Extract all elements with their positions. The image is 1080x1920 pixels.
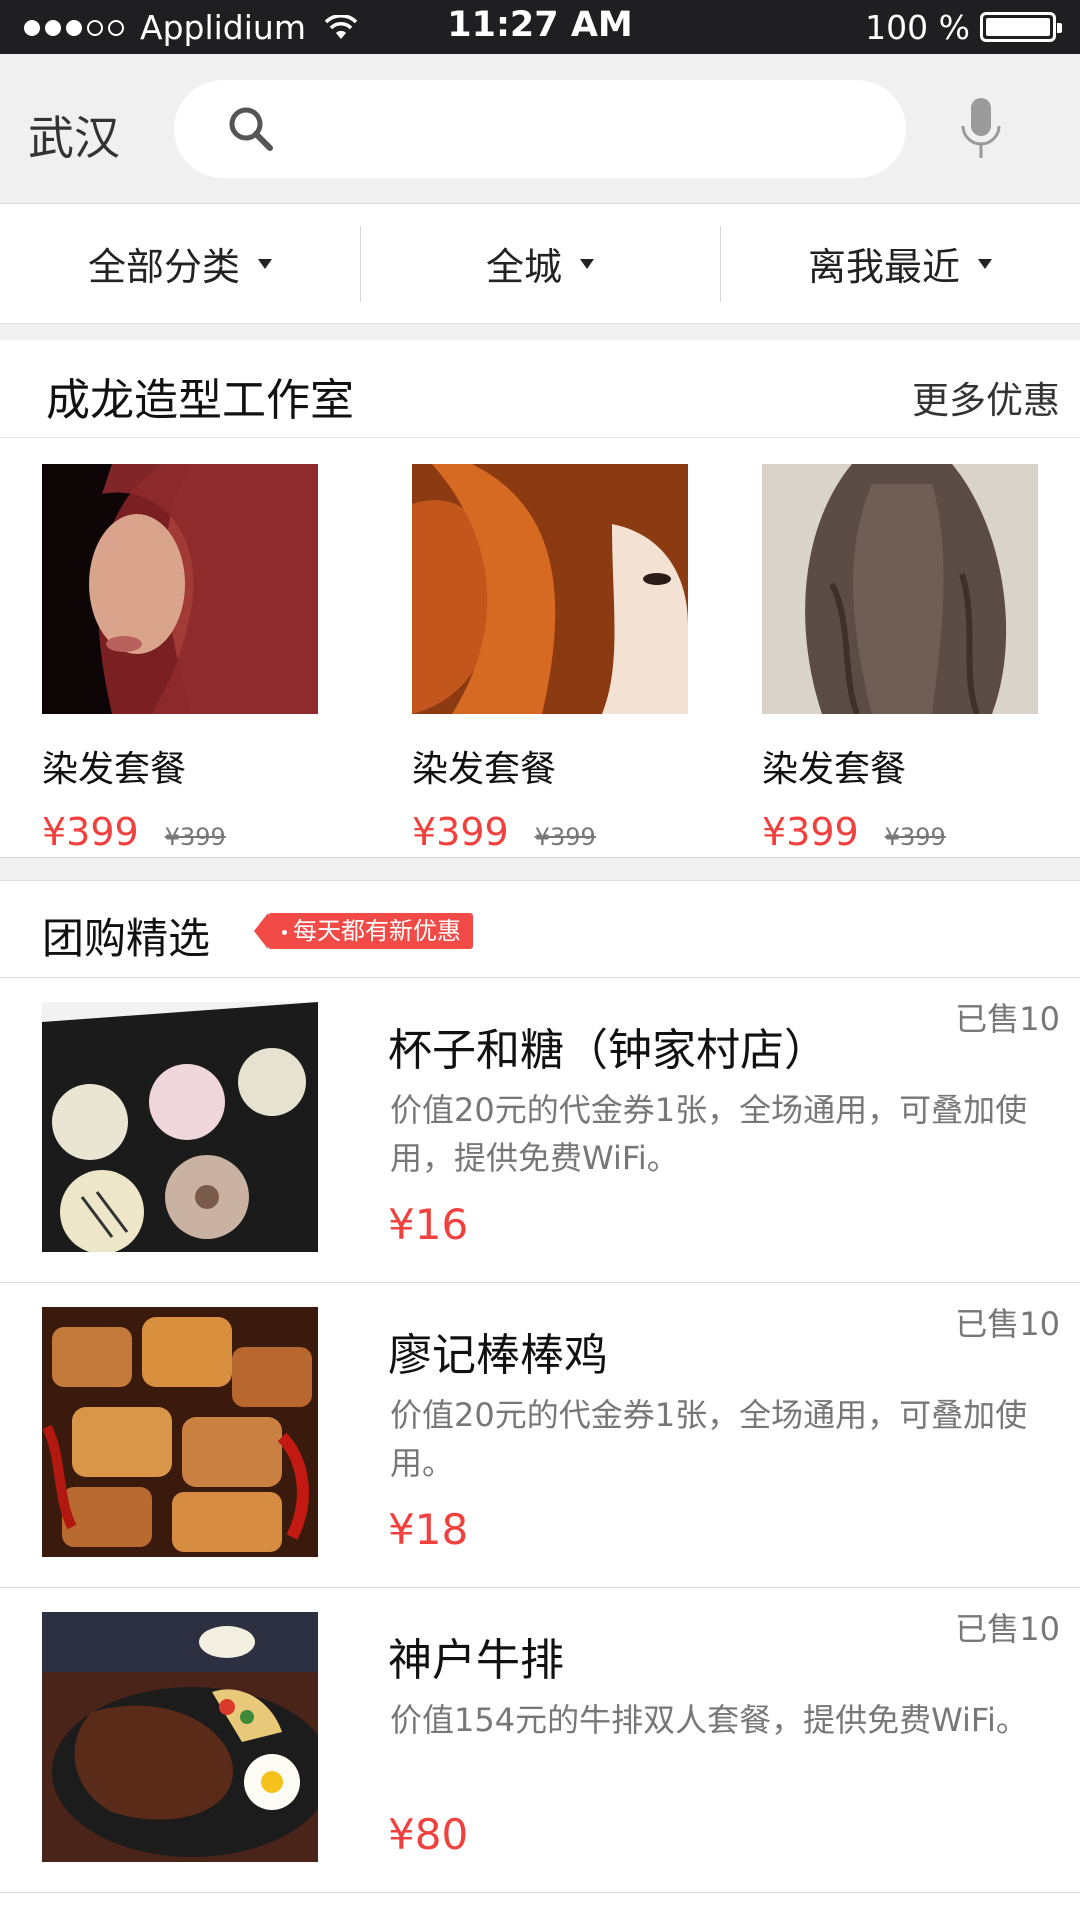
deal-image: [762, 464, 1038, 714]
filter-bar: 全部分类 全城 离我最近: [0, 204, 1080, 324]
promo-badge-text: 每天都有新优惠: [293, 917, 461, 945]
filter-label: 全城: [485, 245, 562, 289]
list-item[interactable]: 廖记棒棒鸡 价值20元的代金券1张，全场通用，可叠加使用。 ¥18 已售10: [0, 1283, 1080, 1588]
caret-down-icon: [580, 258, 594, 269]
deal-price: ¥399: [42, 810, 139, 854]
deal-image: [42, 464, 318, 714]
caret-down-icon: [978, 258, 992, 269]
microphone-icon[interactable]: [958, 96, 1004, 162]
item-sold-count: 已售10: [955, 1610, 1060, 1648]
item-name: 神户牛排: [388, 1635, 564, 1686]
deal-original-price: ¥399: [164, 823, 226, 851]
search-input[interactable]: [174, 80, 906, 178]
list-item[interactable]: 杯子和糖（钟家村店） 价值20元的代金券1张，全场通用，可叠加使用，提供免费Wi…: [0, 978, 1080, 1283]
item-sold-count: 已售10: [955, 1305, 1060, 1343]
item-image: [42, 1612, 318, 1862]
filter-category[interactable]: 全部分类: [0, 204, 360, 323]
item-description: 价值154元的牛排双人套餐，提供免费WiFi。: [390, 1701, 1028, 1739]
battery-percent: 100 %: [865, 8, 970, 47]
city-selector[interactable]: 武汉: [28, 102, 120, 168]
item-price: ¥18: [388, 1505, 469, 1554]
section-divider: [0, 324, 1080, 340]
item-image: [42, 1002, 318, 1252]
deal-price: ¥399: [762, 810, 859, 854]
section-divider: [0, 858, 1080, 880]
group-buy-title: 团购精选: [42, 914, 211, 963]
filter-label: 全部分类: [87, 245, 240, 289]
item-sold-count: 已售10: [955, 1000, 1060, 1038]
deal-card[interactable]: 染发套餐 ¥399 ¥399: [42, 464, 322, 854]
deal-card[interactable]: 染发套餐 ¥399 ¥399: [412, 464, 692, 854]
status-bar: Applidium 11:27 AM 100 %: [0, 0, 1080, 54]
deal-original-price: ¥399: [534, 823, 596, 851]
item-name: 廖记棒棒鸡: [388, 1330, 608, 1381]
filter-sort[interactable]: 离我最近: [720, 204, 1080, 323]
item-price: ¥80: [388, 1810, 469, 1859]
list-item[interactable]: 神户牛排 价值154元的牛排双人套餐，提供免费WiFi。 ¥80 已售10: [0, 1588, 1080, 1893]
shop-name[interactable]: 成龙造型工作室: [46, 364, 354, 428]
item-description: 价值20元的代金券1张，全场通用，可叠加使用，提供免费WiFi。: [390, 1091, 1028, 1177]
promo-badge: 每天都有新优惠: [254, 913, 473, 949]
item-description: 价值20元的代金券1张，全场通用，可叠加使用。: [390, 1396, 1028, 1482]
deal-image: [412, 464, 688, 714]
search-icon: [229, 107, 273, 151]
more-deals-link[interactable]: 更多优惠: [912, 370, 1060, 424]
item-name: 杯子和糖（钟家村店）: [388, 1025, 828, 1076]
deal-original-price: ¥399: [884, 823, 946, 851]
filter-area[interactable]: 全城: [360, 204, 720, 323]
item-price: ¥16: [388, 1200, 469, 1249]
group-buy-header: 团购精选 每天都有新优惠: [0, 880, 1080, 978]
deal-card[interactable]: 染发套餐 ¥399 ¥399: [762, 464, 1042, 854]
item-image: [42, 1307, 318, 1557]
filter-label: 离我最近: [807, 245, 960, 289]
shop-header: 成龙造型工作室 更多优惠: [0, 340, 1080, 438]
shop-deals-row: 染发套餐 ¥399 ¥399 染发套餐 ¥399 ¥399 染发套餐 ¥399 …: [0, 438, 1080, 858]
caret-down-icon: [258, 258, 272, 269]
deal-title: 染发套餐: [412, 749, 557, 790]
deal-title: 染发套餐: [42, 749, 187, 790]
deal-title: 染发套餐: [762, 749, 907, 790]
deal-price: ¥399: [412, 810, 509, 854]
search-header: 武汉: [0, 54, 1080, 204]
battery-icon: [980, 12, 1062, 42]
